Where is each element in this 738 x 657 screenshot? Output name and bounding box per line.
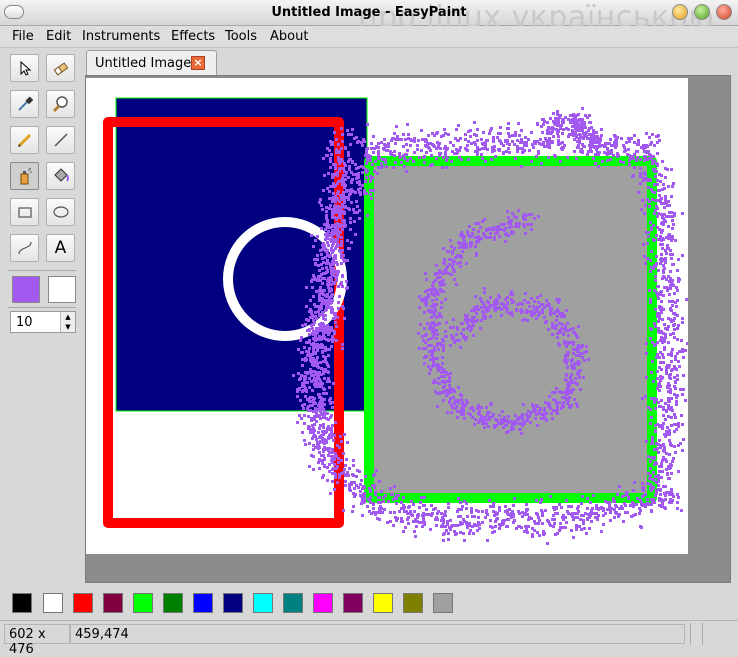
close-window-button[interactable] [716,4,732,20]
rectangle-tool[interactable] [10,198,39,226]
minimize-button[interactable] [672,4,688,20]
toolbox-separator [8,307,76,308]
palette-color-maroon[interactable] [103,593,123,613]
rectangle-icon [17,207,32,218]
ellipse-icon [52,206,69,218]
pipette-icon [17,96,33,111]
primary-color-swatch[interactable] [12,276,40,303]
pen-size-value: 10 [16,315,33,330]
menu-instruments[interactable]: Instruments [82,29,160,44]
menu-bar: File Edit Instruments Effects Tools Abou… [0,26,738,48]
gray-rectangle [364,156,657,503]
maximize-button[interactable] [694,4,710,20]
text-tool[interactable]: A [46,234,75,262]
status-bar: 602 x 476 459,474 [0,620,738,657]
color-palette [0,586,738,620]
eraser-icon [53,62,68,76]
palette-color-olive[interactable] [403,593,423,613]
menu-tools[interactable]: Tools [225,29,257,44]
palette-color-yellow[interactable] [373,593,393,613]
status-grip [690,623,701,645]
palette-color-black[interactable] [12,593,32,613]
spin-up-icon[interactable]: ▲ [61,312,75,322]
magnifier-tool[interactable] [46,90,75,118]
status-cursor-position: 459,474 [70,624,685,644]
drawing-canvas[interactable] [86,78,688,554]
pen-size-spinbox[interactable]: 10 ▲ ▼ [10,311,76,333]
tab-untitled-image[interactable]: Untitled Image × [86,50,217,75]
fill-tool[interactable] [46,162,75,190]
ellipse-tool[interactable] [46,198,75,226]
text-icon: A [54,238,67,258]
status-image-size: 602 x 476 [4,624,70,657]
palette-color-magenta[interactable] [313,593,333,613]
cursor-tool[interactable] [10,54,39,82]
size-grip-icon[interactable] [702,623,713,645]
palette-color-navy[interactable] [223,593,243,613]
tab-label: Untitled Image [95,56,192,71]
palette-color-cyan[interactable] [253,593,273,613]
menu-effects[interactable]: Effects [171,29,215,44]
palette-color-green[interactable] [163,593,183,613]
cursor-icon [20,60,31,76]
line-icon [53,133,68,147]
color-picker-tool[interactable] [10,90,39,118]
magnifier-icon [52,96,68,113]
canvas-artwork [103,97,688,545]
palette-color-lime[interactable] [133,593,153,613]
palette-color-gray[interactable] [433,593,453,613]
line-tool[interactable] [46,126,75,154]
spray-icon [20,167,32,185]
toolbox-separator [8,270,76,271]
spin-arrows[interactable]: ▲ ▼ [60,312,75,332]
tab-close-icon[interactable]: × [191,56,205,70]
window-title: Untitled Image - EasyPaint [271,5,467,20]
title-bar: про linux українською Untitled Image - E… [0,0,738,35]
toolbox: A 10 ▲ ▼ [4,52,80,584]
curve-icon [17,241,32,255]
secondary-color-swatch[interactable] [48,276,76,303]
eraser-tool[interactable] [46,54,75,82]
canvas-scroll-area [85,75,731,583]
spray-tool[interactable] [10,162,39,190]
palette-color-red[interactable] [73,593,93,613]
pencil-tool[interactable] [10,126,39,154]
menu-file[interactable]: File [12,29,34,44]
curve-tool[interactable] [10,234,39,262]
menu-edit[interactable]: Edit [46,29,71,44]
palette-color-blue[interactable] [193,593,213,613]
pencil-icon [17,133,31,148]
palette-color-teal[interactable] [283,593,303,613]
spin-down-icon[interactable]: ▼ [61,322,75,332]
paint-bucket-icon [53,168,69,182]
palette-color-white[interactable] [43,593,63,613]
palette-color-purple[interactable] [343,593,363,613]
menu-about[interactable]: About [270,29,308,44]
